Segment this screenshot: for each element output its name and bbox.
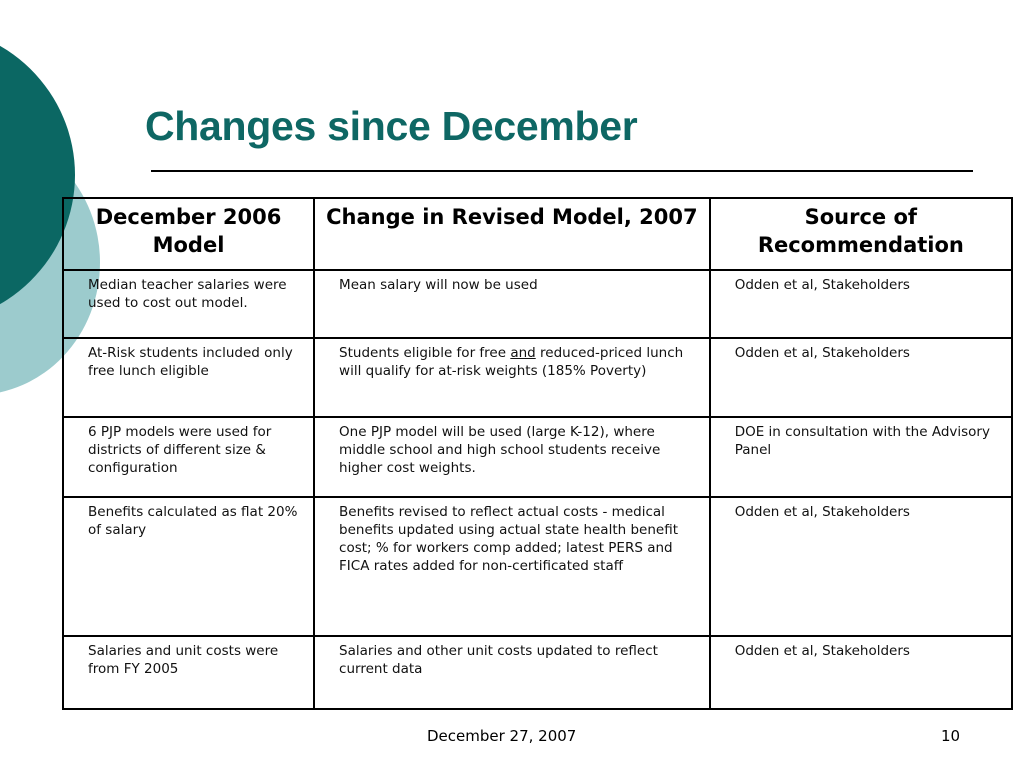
cell-source: Odden et al, Stakeholders [708,496,1014,637]
header-source-of-recommendation: Source of Recommendation [708,197,1014,271]
table-row: Benefits calculated as flat 20% of salar… [61,496,1014,637]
emphasis-text: and [510,345,536,361]
cell-source: Odden et al, Stakeholders [708,635,1014,710]
title-underline-divider [151,170,973,172]
cell-change-2007: One PJP model will be used (large K-12),… [313,416,711,498]
cell-source: Odden et al, Stakeholders [708,269,1014,339]
cell-december-2006: Median teacher salaries were used to cos… [61,269,316,339]
changes-table: December 2006 Model Change in Revised Mo… [61,197,1014,710]
cell-text: Students eligible for free [339,345,511,361]
table-row: At-Risk students included only free lunc… [61,337,1014,418]
cell-source: Odden et al, Stakeholders [708,337,1014,418]
table-row: 6 PJP models were used for districts of … [61,416,1014,498]
table-row: Salaries and unit costs were from FY 200… [61,635,1014,710]
cell-source: DOE in consultation with the Advisory Pa… [708,416,1014,498]
cell-december-2006: At-Risk students included only free lunc… [61,337,316,418]
cell-change-2007: Benefits revised to reflect actual costs… [313,496,711,637]
cell-december-2006: Benefits calculated as flat 20% of salar… [61,496,316,637]
cell-change-2007: Salaries and other unit costs updated to… [313,635,711,710]
header-change-in-revised-model: Change in Revised Model, 2007 [313,197,711,271]
slide-number: 10 [941,727,961,745]
table-header-row: December 2006 Model Change in Revised Mo… [61,197,1014,271]
cell-change-2007: Mean salary will now be used [313,269,711,339]
table-row: Median teacher salaries were used to cos… [61,269,1014,339]
footer-date: December 27, 2007 [427,727,577,745]
cell-december-2006: Salaries and unit costs were from FY 200… [61,635,316,710]
cell-change-2007: Students eligible for free and reduced-p… [313,337,711,418]
header-december-2006-model: December 2006 Model [61,197,316,271]
cell-december-2006: 6 PJP models were used for districts of … [61,416,316,498]
slide-title: Changes since December [145,103,638,149]
